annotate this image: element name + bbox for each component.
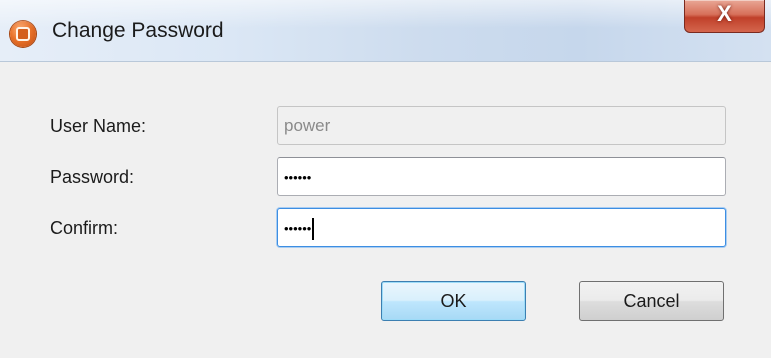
text-caret [312, 217, 315, 240]
confirm-value: •••••• [284, 221, 312, 236]
username-field[interactable]: power [277, 106, 726, 145]
lifebuoy-icon [10, 21, 36, 47]
close-icon: X [717, 1, 732, 26]
change-password-dialog: Change Password X User Name: power Passw… [0, 0, 771, 358]
cancel-button[interactable]: Cancel [579, 281, 724, 321]
username-label: User Name: [50, 116, 147, 136]
close-button[interactable]: X [684, 0, 765, 33]
title-bar[interactable]: Change Password X [0, 0, 771, 62]
password-value: •••••• [284, 170, 312, 185]
window-title: Change Password [52, 19, 224, 42]
password-label: Password: [50, 167, 135, 187]
username-value: power [284, 116, 331, 135]
confirm-label: Confirm: [50, 218, 119, 238]
confirm-field[interactable]: •••••• [277, 208, 726, 247]
ok-button[interactable]: OK [381, 281, 526, 321]
password-field[interactable]: •••••• [277, 157, 726, 196]
